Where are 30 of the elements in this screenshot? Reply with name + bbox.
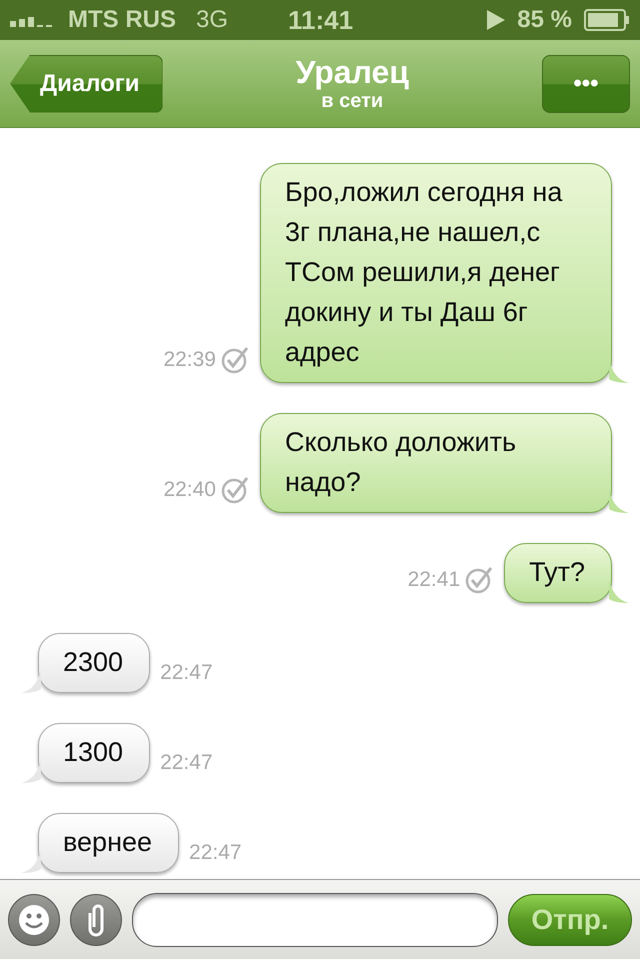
bubble-tail: [609, 579, 629, 603]
attach-button[interactable]: [70, 894, 122, 946]
check-icon: [220, 475, 250, 505]
battery-percent: 85 %: [517, 6, 572, 34]
network-type: 3G: [196, 6, 228, 34]
message-time: 22:47: [189, 841, 242, 865]
bubble-tail: [609, 489, 629, 513]
smiley-icon: [17, 902, 51, 936]
online-status: в сети: [321, 90, 384, 113]
bubble-tail: [21, 849, 41, 873]
message-input[interactable]: [132, 892, 498, 946]
battery-icon: [584, 9, 630, 31]
message-time: 22:47: [160, 661, 213, 685]
carrier-name: MTS RUS: [68, 6, 176, 34]
bubble-tail: [21, 669, 41, 693]
chat-title: Уралец: [296, 54, 409, 90]
clock: 11:41: [288, 4, 354, 36]
back-button[interactable]: Диалоги: [10, 54, 163, 112]
message-time: 22:41: [408, 568, 460, 592]
emoji-button[interactable]: [8, 894, 60, 946]
message-time: 22:40: [163, 478, 216, 502]
check-icon: [464, 565, 494, 595]
message-time: 22:47: [160, 751, 213, 775]
play-icon: [487, 10, 506, 30]
bubble-tail: [21, 759, 41, 783]
check-icon: [220, 345, 250, 375]
more-button[interactable]: •••: [542, 54, 630, 112]
bubble-tail: [609, 359, 629, 383]
message-time: 22:39: [163, 348, 216, 372]
send-button[interactable]: Отпр.: [508, 894, 632, 946]
